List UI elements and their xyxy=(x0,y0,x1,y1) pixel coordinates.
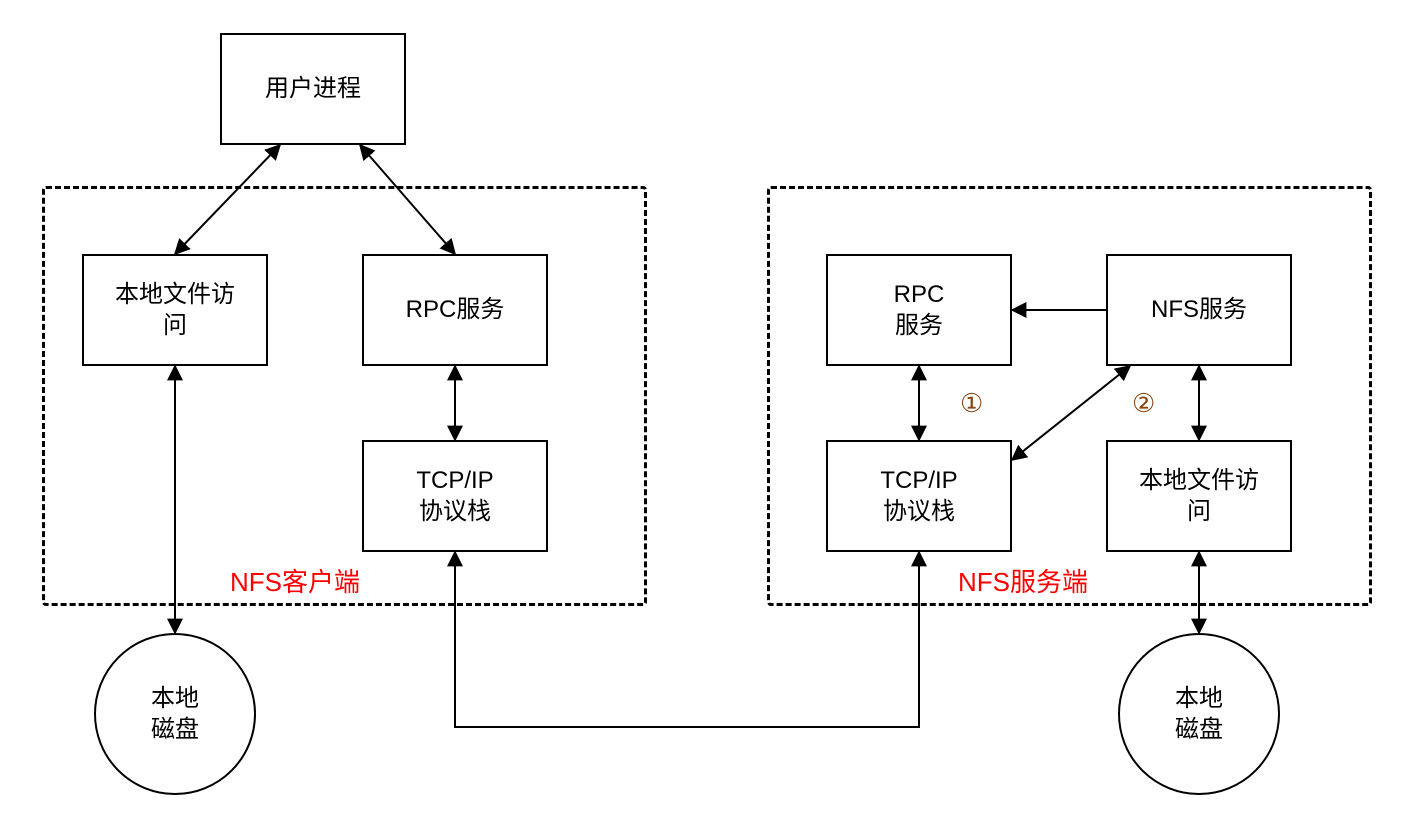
nfs-service-server-box: NFS服务 xyxy=(1106,254,1292,366)
local-file-access-server-box: 本地文件访 问 xyxy=(1106,440,1292,552)
nfs-client-label: NFS客户端 xyxy=(230,562,360,599)
local-disk-client-label: 本地 磁盘 xyxy=(151,683,199,745)
rpc-service-server-label: RPC 服务 xyxy=(894,279,945,341)
local-file-access-client-box: 本地文件访 问 xyxy=(82,254,268,366)
rpc-service-server-box: RPC 服务 xyxy=(826,254,1012,366)
annotation-1: ① xyxy=(960,388,983,419)
rpc-service-client-label: RPC服务 xyxy=(406,294,505,325)
local-disk-server-label: 本地 磁盘 xyxy=(1175,683,1223,745)
user-process-label: 用户进程 xyxy=(265,73,361,104)
annotation-2: ② xyxy=(1132,388,1155,419)
tcpip-stack-client-label: TCP/IP 协议栈 xyxy=(416,465,493,527)
tcpip-stack-server-label: TCP/IP 协议栈 xyxy=(880,465,957,527)
local-disk-server-circle: 本地 磁盘 xyxy=(1118,633,1280,795)
local-file-access-server-label: 本地文件访 问 xyxy=(1139,465,1259,527)
user-process-box: 用户进程 xyxy=(220,33,406,145)
nfs-server-label: NFS服务端 xyxy=(958,562,1088,599)
nfs-client-container xyxy=(42,186,647,606)
tcpip-stack-client-box: TCP/IP 协议栈 xyxy=(362,440,548,552)
rpc-service-client-box: RPC服务 xyxy=(362,254,548,366)
local-file-access-client-label: 本地文件访 问 xyxy=(115,279,235,341)
nfs-service-server-label: NFS服务 xyxy=(1151,294,1247,325)
tcpip-stack-server-box: TCP/IP 协议栈 xyxy=(826,440,1012,552)
local-disk-client-circle: 本地 磁盘 xyxy=(94,633,256,795)
